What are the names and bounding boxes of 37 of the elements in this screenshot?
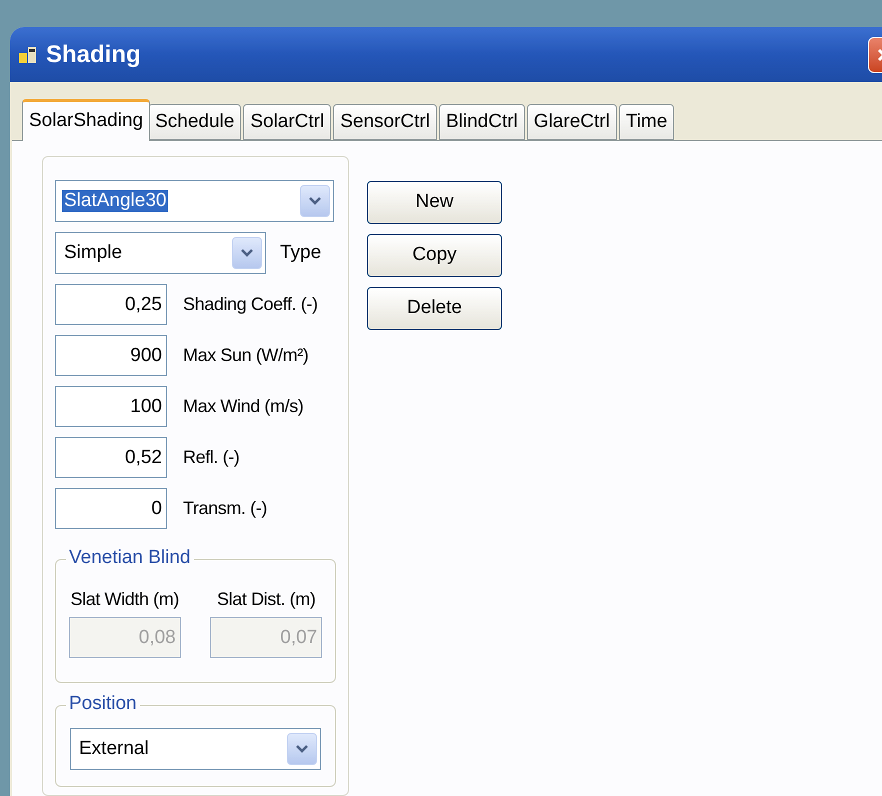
type-label: Type: [280, 240, 322, 265]
number-field[interactable]: 100: [55, 386, 167, 427]
field-label: Shading Coeff. (-): [183, 293, 318, 316]
tab[interactable]: GlareCtrl: [526, 104, 617, 140]
window-title: Shading: [46, 40, 141, 70]
tab[interactable]: SensorCtrl: [333, 104, 437, 140]
chevron-down-icon: [308, 196, 322, 206]
tab[interactable]: SolarCtrl: [243, 104, 332, 140]
field-label: Max Sun (W/m²): [183, 344, 308, 367]
field-label: Slat Width (m): [70, 588, 179, 611]
field-label: Transm. (-): [183, 497, 267, 520]
chevron-down-icon: [295, 744, 309, 754]
select-value: External: [78, 736, 150, 761]
dropdown-button[interactable]: [287, 733, 317, 765]
action-button[interactable]: New: [367, 181, 502, 224]
number-field[interactable]: 900: [55, 335, 167, 376]
field-label: Refl. (-): [183, 446, 240, 469]
field-label: Slat Dist. (m): [217, 588, 316, 611]
position-select[interactable]: External: [70, 728, 321, 770]
tab[interactable]: BlindCtrl: [438, 104, 525, 140]
action-button[interactable]: Delete: [367, 287, 502, 330]
number-field[interactable]: 0: [55, 488, 167, 529]
field-label: Max Wind (m/s): [183, 395, 304, 418]
number-field[interactable]: 0,25: [55, 284, 167, 325]
type-select[interactable]: Simple: [55, 232, 266, 274]
select-value: SlatAngle30: [62, 190, 168, 212]
action-button[interactable]: Copy: [367, 234, 502, 277]
chevron-down-icon: [240, 248, 254, 258]
dropdown-button[interactable]: [300, 185, 330, 217]
profile-select[interactable]: SlatAngle30: [55, 180, 334, 222]
app-icon: [18, 44, 38, 64]
number-field[interactable]: 0,52: [55, 437, 167, 478]
tab[interactable]: SolarShading: [22, 99, 150, 141]
tab[interactable]: Time: [618, 104, 674, 140]
tab[interactable]: Schedule: [148, 104, 242, 140]
dropdown-button[interactable]: [232, 237, 262, 269]
select-value: Simple: [63, 240, 124, 265]
